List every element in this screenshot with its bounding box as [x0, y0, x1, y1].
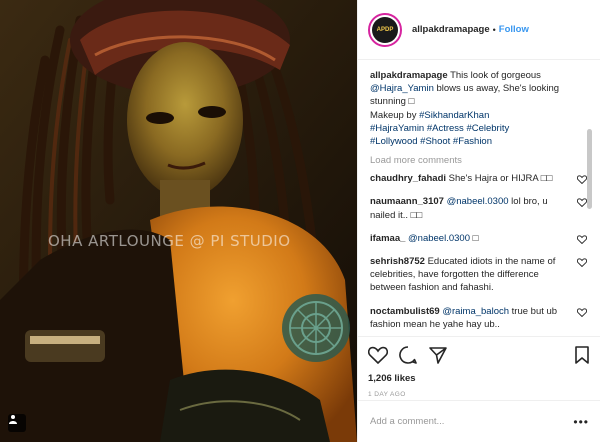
photo-artwork — [0, 0, 357, 442]
comment-item: naumaann_3107 @nabeel.0300 lol bro, u na… — [370, 195, 589, 221]
caption-text-1: This look of gorgeous — [447, 70, 541, 81]
comment-mention[interactable]: @nabeel.0300 — [447, 196, 509, 207]
avatar[interactable]: APDP — [368, 12, 402, 47]
caption-makeup-prefix: Makeup by — [370, 109, 420, 121]
comment-text: □ — [469, 232, 479, 244]
comment-item: chaudhry_fahadi She's Hajra or HIJRA □□ — [370, 172, 589, 185]
comment-username[interactable]: chaudhry_fahadi — [370, 173, 446, 184]
comments-list[interactable]: allpakdramapage This look of gorgeous @H… — [358, 61, 600, 336]
comments-scrollbar[interactable] — [587, 129, 592, 209]
follow-button[interactable]: Follow — [499, 24, 529, 35]
post-header: APDP allpakdramapage • Follow — [358, 0, 600, 60]
comment-item: ifamaa_ @nabeel.0300 □ — [370, 232, 589, 245]
heart-icon[interactable] — [368, 346, 388, 364]
likes-count[interactable]: 1,206 likes — [368, 373, 591, 384]
heart-icon[interactable] — [577, 198, 587, 208]
comment-username[interactable]: naumaann_3107 — [370, 196, 444, 207]
comment-item: noctambulist69 @raima_baloch true but ub… — [370, 305, 589, 331]
post-caption: allpakdramapage This look of gorgeous @H… — [370, 69, 589, 148]
load-more-comments-button[interactable]: Load more comments — [370, 155, 589, 166]
comment-mention[interactable]: @nabeel.0300 — [408, 233, 470, 244]
post-timestamp: 1 DAY AGO — [368, 391, 406, 398]
more-options-icon[interactable]: ••• — [573, 415, 589, 429]
avatar-logo: APDP — [372, 16, 398, 43]
comment-mention[interactable]: @raima_baloch — [442, 306, 509, 317]
comment-username[interactable]: noctambulist69 — [370, 306, 440, 317]
heart-icon[interactable] — [577, 175, 587, 185]
post-photo[interactable]: OHA ARTLOUNGE @ PI STUDIO — [0, 0, 357, 442]
caption-username[interactable]: allpakdramapage — [370, 70, 448, 81]
heart-icon[interactable] — [577, 258, 587, 268]
caption-mention[interactable]: @Hajra_Yamin — [370, 83, 434, 94]
post-actions: 1,206 likes 1 DAY AGO — [358, 336, 600, 398]
comment-username[interactable]: ifamaa_ — [370, 233, 405, 244]
comment-bubble-icon[interactable] — [398, 345, 418, 365]
add-comment-input[interactable] — [370, 416, 574, 427]
bookmark-icon[interactable] — [573, 345, 591, 365]
share-icon[interactable] — [428, 345, 448, 365]
caption-makeup-tag[interactable]: #SikhandarKhan — [419, 110, 489, 121]
comment-username[interactable]: sehrish8752 — [370, 256, 425, 267]
caption-hashtags-line1[interactable]: #HajraYamin #Actress #Celebrity — [370, 123, 509, 134]
comment-item: sehrish8752 Educated idiots in the name … — [370, 255, 589, 295]
heart-icon[interactable] — [577, 235, 587, 244]
post-side-panel: APDP allpakdramapage • Follow allpakdram… — [357, 0, 600, 442]
comment-text: She's Hajra or HIJRA □□ — [446, 173, 553, 185]
header-separator: • — [492, 24, 496, 35]
add-comment-bar: ••• — [358, 400, 600, 442]
photo-watermark: OHA ARTLOUNGE @ PI STUDIO — [48, 232, 291, 250]
heart-icon[interactable] — [577, 307, 587, 317]
caption-hashtags-line2[interactable]: #Lollywood #Shoot #Fashion — [370, 136, 492, 147]
action-icon-row — [368, 343, 591, 367]
instagram-post-view: OHA ARTLOUNGE @ PI STUDIO APDP allpakdra… — [0, 0, 600, 442]
person-tag-icon[interactable] — [8, 414, 26, 432]
header-username[interactable]: allpakdramapage — [412, 24, 490, 35]
